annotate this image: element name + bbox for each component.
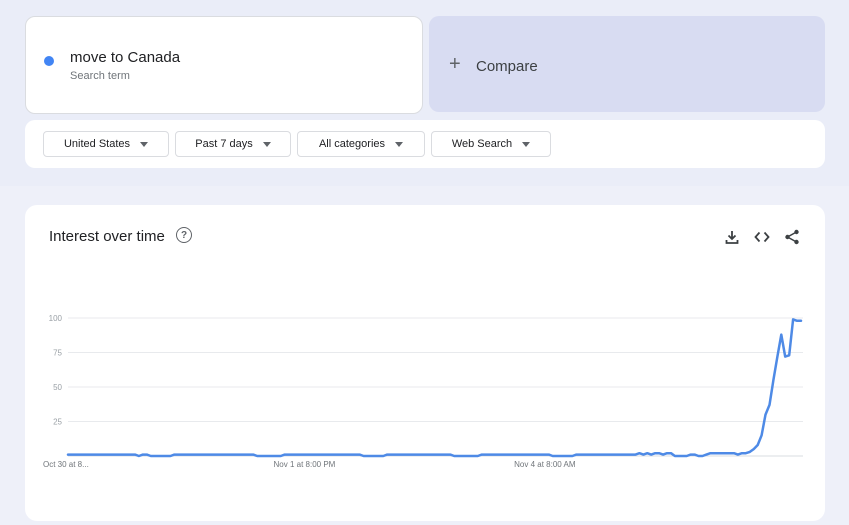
compare-button[interactable]: + Compare xyxy=(429,16,825,112)
x-tick-label: Nov 4 at 8:00 AM xyxy=(514,460,576,469)
time-filter[interactable]: Past 7 days xyxy=(175,131,291,157)
caret-down-icon xyxy=(522,141,531,147)
property-filter-label: Web Search xyxy=(451,138,513,150)
y-tick-label: 25 xyxy=(53,418,62,427)
y-tick-label: 75 xyxy=(53,349,62,358)
x-tick-label: Nov 1 at 8:00 PM xyxy=(274,460,336,469)
compare-label: Compare xyxy=(476,58,538,75)
caret-down-icon xyxy=(140,141,149,147)
caret-down-icon xyxy=(395,141,404,147)
property-filter[interactable]: Web Search xyxy=(431,131,551,157)
term-color-dot xyxy=(44,56,54,66)
category-filter[interactable]: All categories xyxy=(297,131,425,157)
series-line xyxy=(66,318,803,458)
y-tick-label: 50 xyxy=(53,383,62,392)
interest-over-time-card: Interest over time ? 25 50 75 100 Oct 30 at … xyxy=(25,205,825,521)
x-tick-label: Oct 30 at 8... xyxy=(43,460,89,469)
search-term-sublabel: Search term xyxy=(70,70,130,82)
search-term-card[interactable]: move to Canada Search term xyxy=(25,16,423,114)
category-filter-label: All categories xyxy=(318,138,386,150)
time-filter-label: Past 7 days xyxy=(195,138,253,150)
plus-icon: + xyxy=(449,53,461,75)
filter-bar: United States Past 7 days All categories… xyxy=(25,120,825,168)
search-term-name[interactable]: move to Canada xyxy=(70,49,180,66)
y-tick-label: 100 xyxy=(49,314,63,323)
region-filter-label: United States xyxy=(63,138,131,150)
caret-down-icon xyxy=(262,141,271,147)
interest-chart: 25 50 75 100 Oct 30 at 8... Nov 1 at 8:00 PM N… xyxy=(43,314,803,469)
region-filter[interactable]: United States xyxy=(43,131,169,157)
